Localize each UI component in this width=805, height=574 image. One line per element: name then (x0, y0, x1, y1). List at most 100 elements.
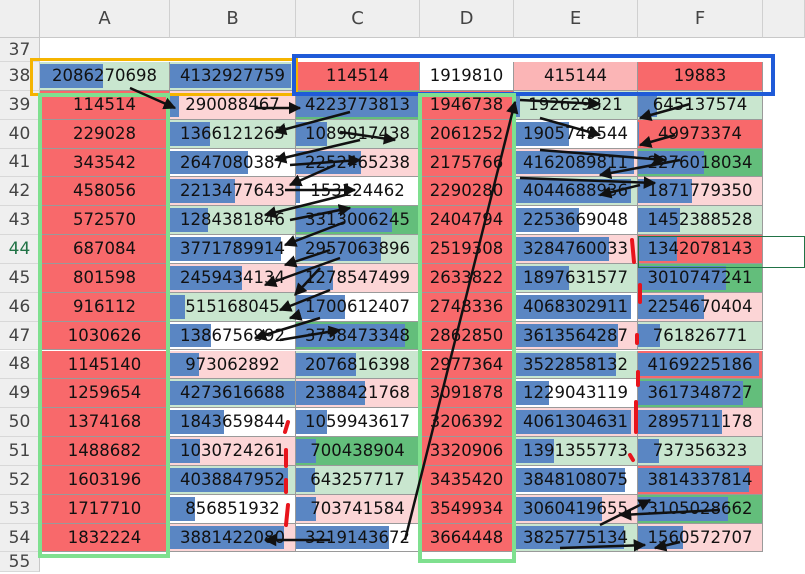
cell-b45[interactable]: 2459434134 (170, 263, 296, 293)
row-header-54[interactable]: 54 (0, 523, 40, 553)
cell-a38[interactable]: 2086270698 (40, 62, 170, 91)
cell-f41[interactable]: 2276018034 (638, 148, 763, 178)
cell-d43[interactable]: 2404794 (420, 206, 514, 236)
cell-a54[interactable]: 1832224 (40, 523, 170, 553)
row-header-45[interactable]: 45 (0, 263, 40, 293)
cell-e49[interactable]: 1229043119 (514, 379, 638, 409)
row-header-50[interactable]: 50 (0, 408, 40, 438)
cell-d49[interactable]: 3091878 (420, 379, 514, 409)
cell-f49[interactable]: 3617348727 (638, 379, 763, 409)
cell-e44[interactable]: 3284760033 (514, 235, 638, 264)
cell-e53[interactable]: 3060419655 (514, 494, 638, 524)
row-header-51[interactable]: 51 (0, 437, 40, 466)
cell-a49[interactable]: 1259654 (40, 379, 170, 409)
cell-b39[interactable]: 290088467 (170, 90, 296, 120)
cell-c44[interactable]: 2957063896 (296, 235, 420, 264)
cell-c53[interactable]: 703741584 (296, 494, 420, 524)
cell-d46[interactable]: 2748336 (420, 292, 514, 322)
cell-c51[interactable]: 700438904 (296, 437, 420, 466)
cell-b47[interactable]: 1386756992 (170, 321, 296, 351)
cell-f38[interactable]: 19883 (638, 62, 763, 91)
cell-e38[interactable]: 415144 (514, 62, 638, 91)
cell-d51[interactable]: 3320906 (420, 437, 514, 466)
cell-d38[interactable]: 1919810 (420, 62, 514, 91)
row-header-44[interactable]: 44 (0, 235, 40, 264)
cell-f47[interactable]: 761826771 (638, 321, 763, 351)
row-header-42[interactable]: 42 (0, 177, 40, 207)
cell-c38[interactable]: 114514 (296, 62, 420, 91)
cell-f39[interactable]: 645137574 (638, 90, 763, 120)
cell-c50[interactable]: 1059943617 (296, 408, 420, 438)
cell-f53[interactable]: 3105028662 (638, 494, 763, 524)
column-header-d[interactable]: D (420, 0, 514, 38)
cell-c46[interactable]: 1700612407 (296, 292, 420, 322)
spreadsheet-grid[interactable]: ABCDEF 37 38 39 40 41 42 43 44 45 46 47 48 49 50 51 52 5… (0, 0, 805, 574)
cell-a53[interactable]: 1717710 (40, 494, 170, 524)
cell-f46[interactable]: 2254670404 (638, 292, 763, 322)
row-header-39[interactable]: 39 (0, 90, 40, 120)
cell-b43[interactable]: 1284381846 (170, 206, 296, 236)
cell-a48[interactable]: 1145140 (40, 350, 170, 380)
cell-f45[interactable]: 3010747241 (638, 263, 763, 293)
row-header-53[interactable]: 53 (0, 494, 40, 524)
column-header-next[interactable] (763, 0, 805, 38)
cell-d54[interactable]: 3664448 (420, 523, 514, 553)
cell-c43[interactable]: 3313006245 (296, 206, 420, 236)
cell-d42[interactable]: 2290280 (420, 177, 514, 207)
cell-b50[interactable]: 1843659844 (170, 408, 296, 438)
cell-d52[interactable]: 3435420 (420, 465, 514, 495)
cell-b51[interactable]: 1030724261 (170, 437, 296, 466)
cell-e40[interactable]: 1905749544 (514, 119, 638, 149)
column-header-a[interactable]: A (40, 0, 170, 38)
cell-b52[interactable]: 4038847952 (170, 465, 296, 495)
row-header-46[interactable]: 46 (0, 292, 40, 322)
cell-d50[interactable]: 3206392 (420, 408, 514, 438)
row-header-37[interactable]: 37 (0, 38, 40, 62)
cell-b42[interactable]: 2213477643 (170, 177, 296, 207)
row-header-48[interactable]: 48 (0, 350, 40, 380)
row-header-47[interactable]: 47 (0, 321, 40, 351)
cell-a39[interactable]: 114514 (40, 90, 170, 120)
cell-f44[interactable]: 1342078143 (638, 235, 763, 264)
row-header-41[interactable]: 41 (0, 148, 40, 178)
cell-a50[interactable]: 1374168 (40, 408, 170, 438)
cell-c47[interactable]: 3758473348 (296, 321, 420, 351)
cell-b48[interactable]: 973062892 (170, 350, 296, 380)
cell-b53[interactable]: 856851932 (170, 494, 296, 524)
cell-a46[interactable]: 916112 (40, 292, 170, 322)
cell-e48[interactable]: 3522858132 (514, 350, 638, 380)
cell-c45[interactable]: 1278547499 (296, 263, 420, 293)
row-header-38[interactable]: 38 (0, 62, 40, 91)
cell-a43[interactable]: 572570 (40, 206, 170, 236)
cell-c48[interactable]: 2076816398 (296, 350, 420, 380)
column-header-c[interactable]: C (296, 0, 420, 38)
row-header-55[interactable]: 55 (0, 552, 40, 573)
row-header-40[interactable]: 40 (0, 119, 40, 149)
cell-e43[interactable]: 2253669048 (514, 206, 638, 236)
cell-e51[interactable]: 1391355773 (514, 437, 638, 466)
cell-b41[interactable]: 2647080387 (170, 148, 296, 178)
cell-e39[interactable]: 192629321 (514, 90, 638, 120)
cell-c39[interactable]: 4223773813 (296, 90, 420, 120)
cell-d53[interactable]: 3549934 (420, 494, 514, 524)
cell-c52[interactable]: 643257717 (296, 465, 420, 495)
cell-f48[interactable]: 4169225186 (638, 350, 763, 380)
cell-a44[interactable]: 687084 (40, 235, 170, 264)
cell-e42[interactable]: 4044688936 (514, 177, 638, 207)
cell-b54[interactable]: 3881422080 (170, 523, 296, 553)
cell-c54[interactable]: 3219143672 (296, 523, 420, 553)
cell-a41[interactable]: 343542 (40, 148, 170, 178)
cell-f52[interactable]: 3814337814 (638, 465, 763, 495)
cell-b46[interactable]: 515168045 (170, 292, 296, 322)
row-header-52[interactable]: 52 (0, 465, 40, 495)
cell-e41[interactable]: 4162089811 (514, 148, 638, 178)
cell-d40[interactable]: 2061252 (420, 119, 514, 149)
cell-b40[interactable]: 1366121265 (170, 119, 296, 149)
cell-e54[interactable]: 3825775134 (514, 523, 638, 553)
cell-d45[interactable]: 2633822 (420, 263, 514, 293)
cell-f51[interactable]: 737356323 (638, 437, 763, 466)
cell-a51[interactable]: 1488682 (40, 437, 170, 466)
cell-d47[interactable]: 2862850 (420, 321, 514, 351)
cell-b44[interactable]: 3771789914 (170, 235, 296, 264)
cell-f54[interactable]: 1560572707 (638, 523, 763, 553)
